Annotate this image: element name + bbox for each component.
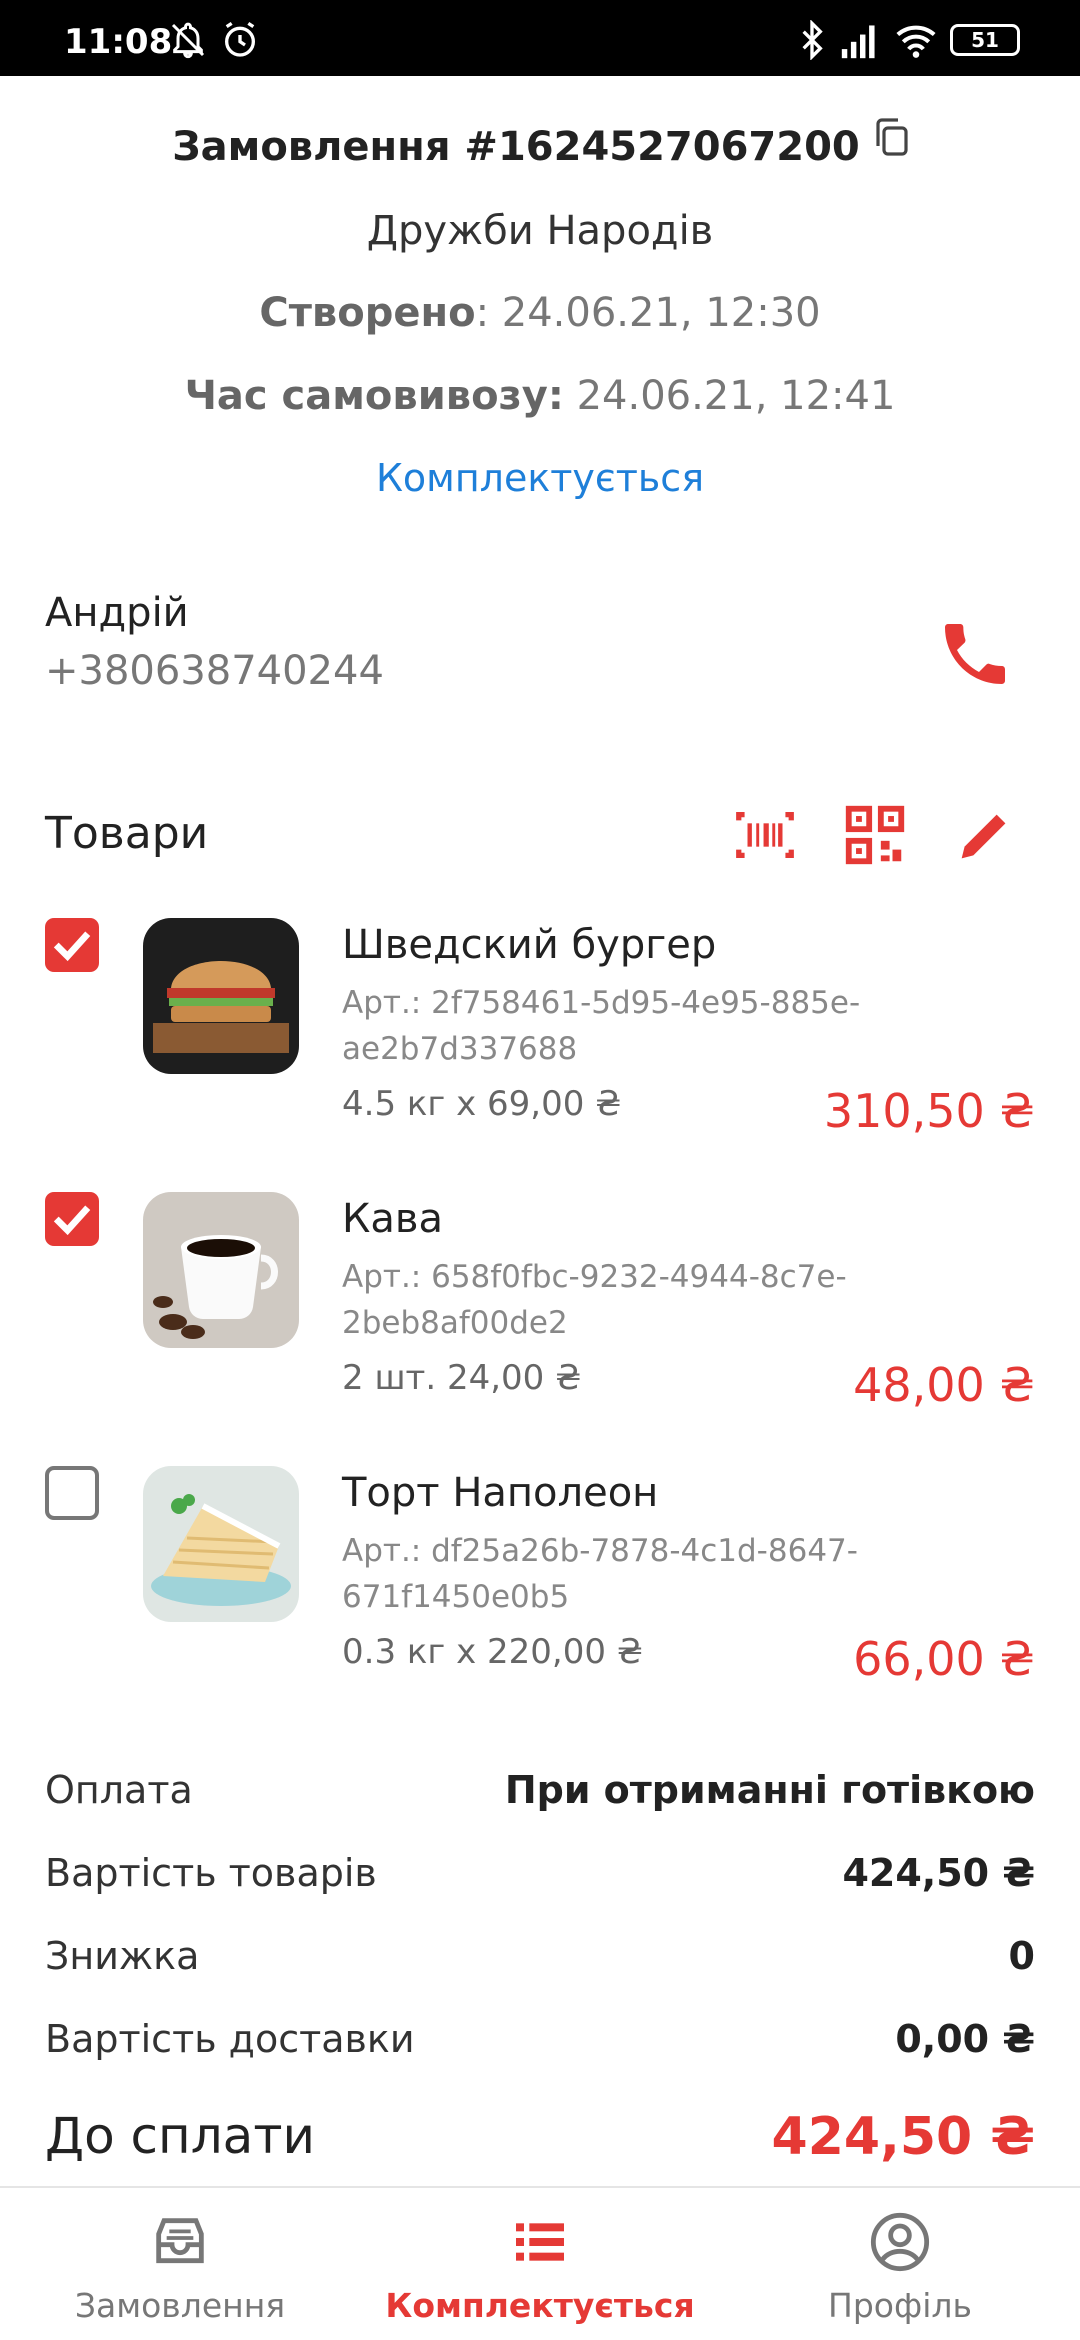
- nav-picking[interactable]: Комплектується: [360, 2188, 720, 2340]
- payment-label: Оплата: [45, 1768, 193, 1812]
- pickup-time: Час самовивозу: 24.06.21, 12:41: [0, 373, 1080, 419]
- item-name: Шведский бургер: [342, 922, 717, 968]
- status-time: 11:08: [64, 22, 173, 62]
- goods-cost-value: 424,50 ₴: [842, 1851, 1035, 1895]
- order-number: Замовлення #1624527067200: [172, 124, 860, 170]
- item-sku-line-1: Арт.: 658f0fbc-9232-4944-8c7e-: [342, 1259, 847, 1295]
- item-quantity: 2 шт. 24,00 ₴: [342, 1358, 582, 1398]
- burger-image: [143, 918, 299, 1074]
- item-quantity: 0.3 кг х 220,00 ₴: [342, 1632, 644, 1672]
- order-title: Замовлення #1624527067200: [0, 118, 1080, 170]
- discount-value: 0: [1008, 1934, 1035, 1978]
- checkmark-icon: [53, 1205, 91, 1236]
- payment-row: Оплата При отриманні готівкою: [45, 1768, 1035, 1828]
- inbox-icon: [156, 2218, 204, 2264]
- account-circle-icon: [870, 2212, 930, 2272]
- copy-icon[interactable]: [874, 118, 908, 156]
- discount-row: Знижка 0: [45, 1934, 1035, 1994]
- item-total: 48,00 ₴: [853, 1358, 1035, 1412]
- item-checkbox[interactable]: [45, 1466, 99, 1520]
- goods-cost-label: Вартість товарів: [45, 1851, 377, 1895]
- created-value: : 24.06.21, 12:30: [475, 290, 821, 336]
- nav-orders-label: Замовлення: [74, 2286, 286, 2325]
- checkmark-icon: [53, 931, 91, 962]
- nav-orders[interactable]: Замовлення: [0, 2188, 360, 2340]
- item-checkbox[interactable]: [45, 1192, 99, 1246]
- list-item[interactable]: Шведский бургер Арт.: 2f758461-5d95-4e95…: [45, 918, 1035, 1158]
- item-name: Кава: [342, 1196, 443, 1242]
- delivery-cost-value: 0,00 ₴: [895, 2017, 1035, 2061]
- napoleon-cake-image: [143, 1466, 299, 1622]
- nav-picking-label: Комплектується: [385, 2286, 695, 2325]
- item-sku: Арт.: 658f0fbc-9232-4944-8c7e- 2beb8af00d…: [342, 1254, 902, 1346]
- customer-phone: +380638740244: [45, 648, 384, 694]
- qr-code-icon: [845, 805, 905, 865]
- created-date: Створено: 24.06.21, 12:30: [0, 290, 1080, 336]
- item-sku: Арт.: 2f758461-5d95-4e95-885e-ae2b7d3376…: [342, 980, 902, 1072]
- pencil-icon: [961, 814, 1006, 859]
- item-sku-line-1: Арт.: df25a26b-7878-4c1d-8647-: [342, 1533, 858, 1569]
- goods-title: Товари: [45, 808, 209, 859]
- call-button[interactable]: [935, 614, 1015, 694]
- list-item[interactable]: Кава Арт.: 658f0fbc-9232-4944-8c7e- 2beb8…: [45, 1192, 1035, 1432]
- delivery-cost-row: Вартість доставки 0,00 ₴: [45, 2017, 1035, 2077]
- coffee-image: [143, 1192, 299, 1348]
- to-pay-value: 424,50 ₴: [771, 2107, 1035, 2167]
- customer-name: Андрій: [45, 590, 189, 636]
- bottom-nav: Замовлення Комплектується Профіль: [0, 2186, 1080, 2340]
- barcode-button[interactable]: [730, 800, 800, 870]
- goods-header: Товари: [45, 800, 1035, 870]
- barcode-icon: [736, 811, 794, 859]
- nav-profile[interactable]: Профіль: [720, 2188, 1080, 2340]
- bluetooth-icon: [802, 20, 823, 60]
- edit-button[interactable]: [950, 800, 1020, 870]
- to-pay-label: До сплати: [45, 2107, 315, 2165]
- to-pay-row: До сплати 424,50 ₴: [45, 2107, 1035, 2177]
- item-checkbox[interactable]: [45, 918, 99, 972]
- battery-level: 51: [971, 28, 999, 52]
- alarm-icon: [225, 21, 255, 57]
- pickup-value: 24.06.21, 12:41: [563, 373, 896, 419]
- phone-icon: [945, 624, 1005, 684]
- status-bar: 11:08 51: [0, 0, 1080, 76]
- qr-scan-button[interactable]: [840, 800, 910, 870]
- battery-icon: 51: [950, 24, 1020, 56]
- item-quantity: 4.5 кг х 69,00 ₴: [342, 1084, 622, 1124]
- pickup-label: Час самовивозу:: [184, 373, 564, 419]
- item-sku: Арт.: df25a26b-7878-4c1d-8647- 671f1450e0…: [342, 1528, 902, 1620]
- list-icon: [516, 2223, 564, 2261]
- item-total: 310,50 ₴: [823, 1084, 1035, 1138]
- signal-icon: [841, 25, 875, 59]
- delivery-cost-label: Вартість доставки: [45, 2017, 415, 2061]
- item-sku-line-2: 671f1450e0b5: [342, 1579, 570, 1615]
- goods-cost-row: Вартість товарів 424,50 ₴: [45, 1851, 1035, 1911]
- item-total: 66,00 ₴: [853, 1632, 1035, 1686]
- item-name: Торт Наполеон: [342, 1470, 659, 1516]
- wifi-icon: [896, 25, 936, 58]
- order-status-link[interactable]: Комплектується: [0, 456, 1080, 500]
- item-sku-line-1: Арт.: 2f758461-5d95-4e95-885e-: [342, 985, 861, 1021]
- item-sku-line-2: 2beb8af00de2: [342, 1305, 568, 1341]
- store-name: Дружби Народів: [366, 208, 714, 254]
- nav-profile-label: Профіль: [828, 2286, 972, 2325]
- notifications-off-icon: [171, 22, 205, 59]
- item-sku-line-2: ae2b7d337688: [342, 1031, 578, 1067]
- created-label: Створено: [259, 290, 476, 336]
- discount-label: Знижка: [45, 1934, 200, 1978]
- list-item[interactable]: Торт Наполеон Арт.: df25a26b-7878-4c1d-8…: [45, 1466, 1035, 1706]
- payment-value: При отриманні готівкою: [504, 1768, 1035, 1812]
